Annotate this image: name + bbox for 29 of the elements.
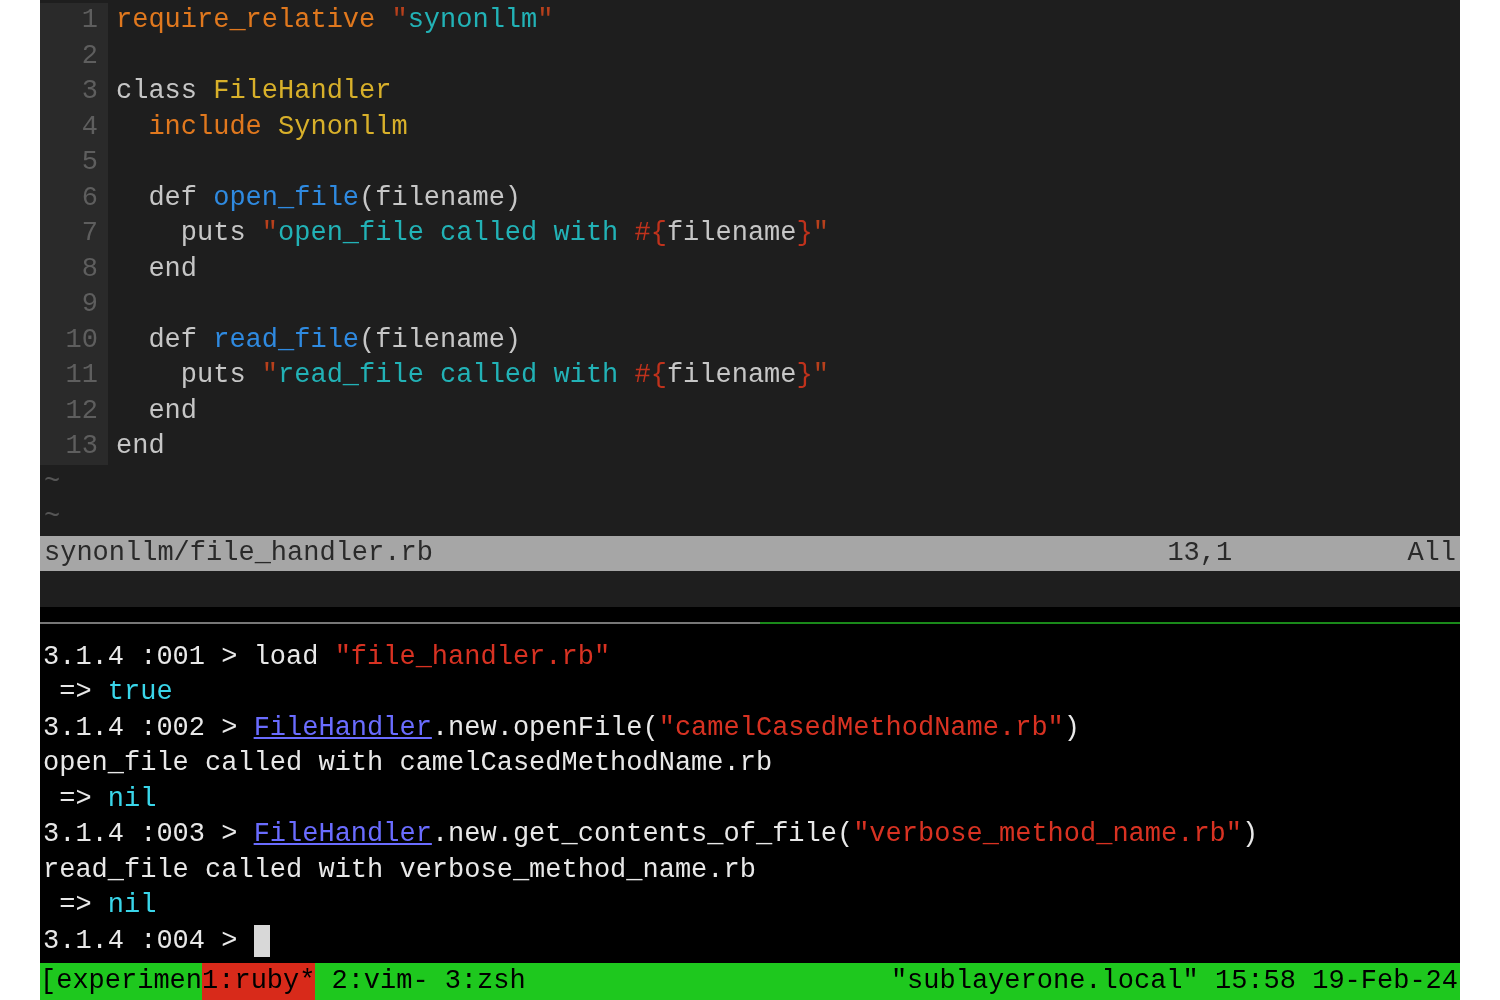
empty-line-marker: ~ bbox=[44, 466, 61, 497]
code-line: end bbox=[147, 394, 197, 428]
file-path: synonllm/file_handler.rb bbox=[44, 536, 434, 570]
code-line: class FileHandler bbox=[115, 75, 392, 108]
window-tab[interactable]: 1:ruby* bbox=[202, 963, 316, 1000]
cursor-position: 13,1 bbox=[1167, 536, 1234, 570]
terminal-line: 3.1.4 :001 > load "file_handler.rb" bbox=[43, 640, 611, 674]
host-clock: "sublayerone.local" 15:58 19-Feb-24 bbox=[890, 965, 1459, 998]
code-line: require_relative "synonllm" bbox=[115, 4, 554, 37]
code-line: end bbox=[147, 252, 197, 286]
terminal-line: 3.1.4 :004 > bbox=[43, 924, 239, 958]
code-line: include Synonllm bbox=[147, 110, 408, 144]
scroll-position: All bbox=[1407, 536, 1456, 570]
window-tab[interactable]: 2:vim- bbox=[331, 963, 429, 1000]
code-line: def read_file(filename) bbox=[147, 323, 522, 357]
terminal-line: read_file called with verbose_method_name.rb bbox=[43, 853, 756, 887]
terminal-line: => nil bbox=[58, 889, 157, 922]
session-name: [experimen bbox=[40, 965, 203, 998]
terminal-line: open_file called with camelCasedMethodName.rb bbox=[43, 747, 773, 780]
window-tab[interactable]: 3:zsh bbox=[444, 963, 526, 1000]
terminal-line: 3.1.4 :002 > FileHandler.new.openFile("camelCasedMethodName.rb") bbox=[43, 711, 1080, 745]
terminal-line: 3.1.4 :003 > FileHandler.new.get_contents_of_file("verbose_method_name.rb") bbox=[43, 818, 1259, 851]
empty-line-marker: ~ bbox=[44, 502, 61, 532]
code-line: puts "read_file called with #{filename}" bbox=[179, 359, 829, 392]
code-line: puts "open_file called with #{filename}" bbox=[179, 217, 829, 250]
code-line: end bbox=[115, 430, 165, 463]
terminal-line: => nil bbox=[58, 782, 157, 816]
terminal-line: => true bbox=[58, 676, 173, 709]
code-line: def open_file(filename) bbox=[147, 181, 522, 215]
